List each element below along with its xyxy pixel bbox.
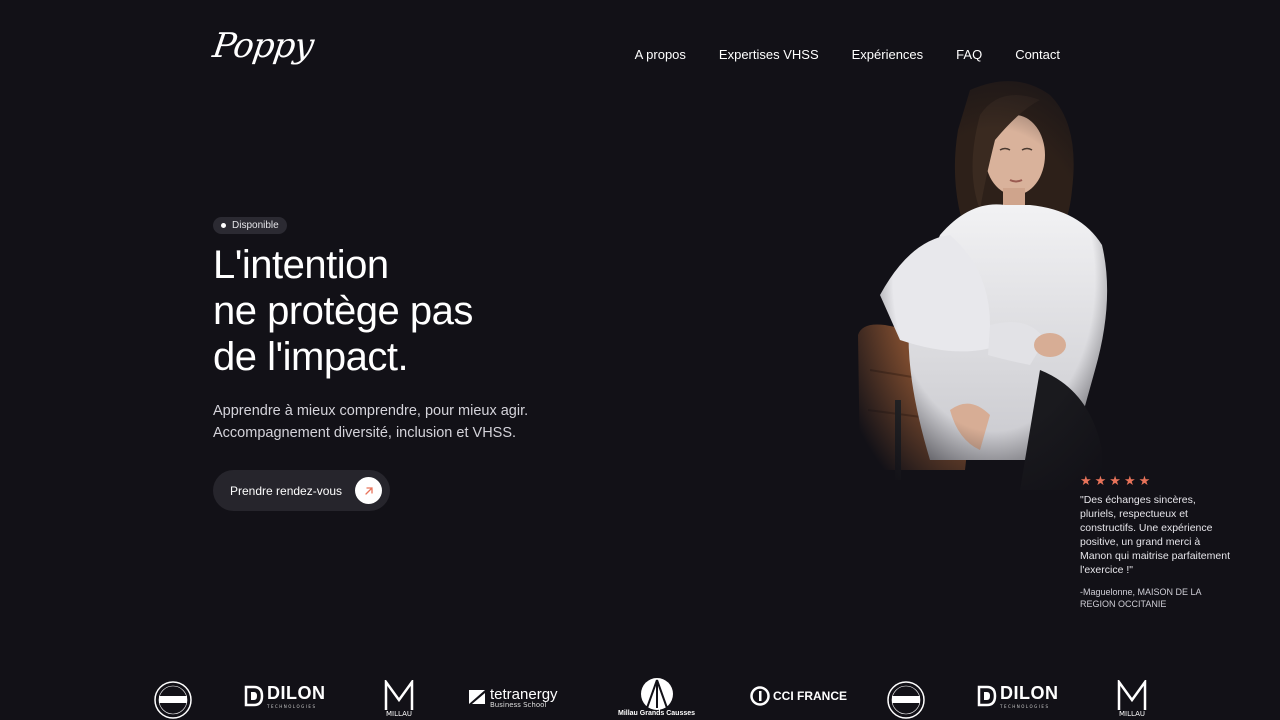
partner-logos: DILON TECHNOLOGIES MILLAU tetranergy Bus… bbox=[0, 672, 1280, 720]
main-nav: A propos Expertises VHSS Expériences FAQ… bbox=[635, 47, 1060, 62]
headline-line-2: ne protège pas bbox=[213, 289, 473, 333]
millau-grands-causses-logo: Millau Grands Causses bbox=[618, 672, 695, 720]
portrait-photo bbox=[840, 70, 1120, 490]
availability-badge: Disponible bbox=[213, 217, 287, 234]
testimonial-author: -Maguelonne, MAISON DE LA REGION OCCITAN… bbox=[1080, 587, 1202, 609]
millau-logo-2: MILLAU bbox=[1116, 672, 1148, 720]
nav-item-faq[interactable]: FAQ bbox=[956, 47, 982, 62]
dilon-sub-label: TECHNOLOGIES bbox=[267, 704, 317, 709]
tetranergy-logo: tetranergy Business School bbox=[468, 672, 558, 720]
arrow-up-right-icon bbox=[355, 477, 382, 504]
nav-item-expertises[interactable]: Expertises VHSS bbox=[719, 47, 819, 62]
familiale-logo bbox=[153, 672, 193, 720]
millau-label: MILLAU bbox=[386, 710, 412, 718]
nav-item-experiences[interactable]: Expériences bbox=[852, 47, 924, 62]
subtitle-line-1: Apprendre à mieux comprendre, pour mieux… bbox=[213, 403, 529, 419]
nav-item-contact[interactable]: Contact bbox=[1015, 47, 1060, 62]
rating-stars-icon: ★★★★★ bbox=[1080, 473, 1154, 488]
familiale-logo-2 bbox=[886, 672, 926, 720]
headline-line-3: de l'impact. bbox=[213, 335, 409, 379]
badge-label: Disponible bbox=[232, 220, 279, 231]
book-appointment-button[interactable]: Prendre rendez-vous bbox=[213, 470, 390, 511]
dilon-sub-label-2: TECHNOLOGIES bbox=[1000, 704, 1050, 709]
hero-subtitle: Apprendre à mieux comprendre, pour mieux… bbox=[213, 400, 528, 444]
status-dot-icon bbox=[221, 223, 226, 228]
hero-headline: L'intention ne protège pas de l'impact. bbox=[213, 242, 633, 380]
dilon-logo-2: DILON TECHNOLOGIES bbox=[977, 672, 1059, 720]
brand-logo[interactable]: Poppy bbox=[210, 26, 315, 66]
testimonial: ★★★★★ "Des échanges sincères, pluriels, … bbox=[1080, 473, 1230, 610]
cci-france-logo: CCI FRANCE bbox=[750, 672, 847, 720]
millau-logo: MILLAU bbox=[383, 672, 415, 720]
millau-gc-label: Millau Grands Causses bbox=[618, 710, 696, 717]
cta-label: Prendre rendez-vous bbox=[230, 483, 343, 498]
cci-label: CCI FRANCE bbox=[773, 689, 847, 703]
millau-label-2: MILLAU bbox=[1119, 710, 1145, 718]
dilon-label: DILON bbox=[267, 683, 326, 703]
subtitle-line-2: Accompagnement diversité, inclusion et V… bbox=[213, 425, 517, 441]
testimonial-quote: "Des échanges sincères, pluriels, respec… bbox=[1080, 494, 1230, 576]
dilon-label-2: DILON bbox=[1000, 683, 1059, 703]
headline-line-1: L'intention bbox=[213, 243, 389, 287]
tetranergy-label: tetranergy bbox=[490, 685, 558, 703]
dilon-logo: DILON TECHNOLOGIES bbox=[244, 672, 326, 720]
nav-item-a-propos[interactable]: A propos bbox=[635, 47, 686, 62]
